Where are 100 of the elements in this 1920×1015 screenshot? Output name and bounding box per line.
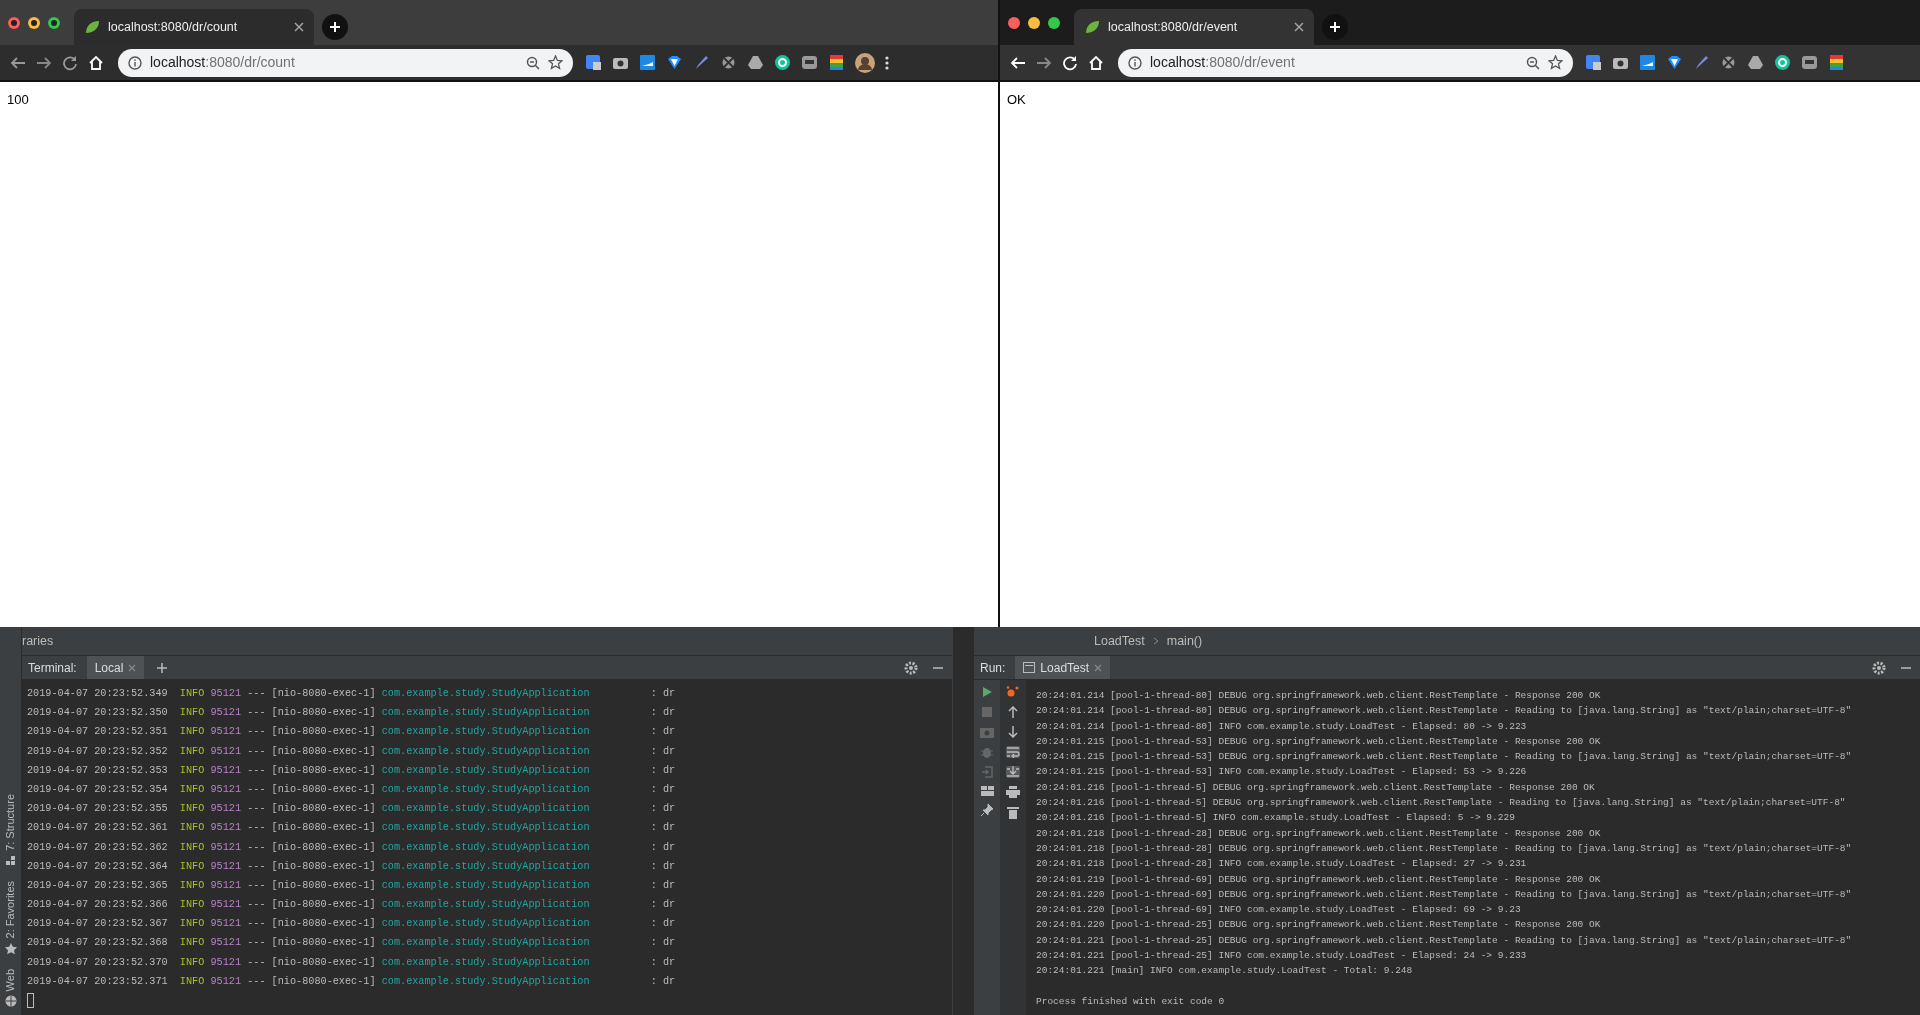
minimize-button[interactable]: [28, 16, 40, 29]
pen-icon[interactable]: [693, 54, 710, 71]
camera-icon: [980, 726, 994, 738]
scroll-end-button[interactable]: [1006, 766, 1020, 778]
forward-icon: [36, 54, 52, 71]
log-line: 20:24:01.220 [pool-1-thread-69] INFO com.example.study.LoadTest - Elapsed: 69 -> 9.23: [1036, 903, 1522, 918]
log-line: 20:24:01.214 [pool-1-thread-80] DEBUG org.springframework.web.client.RestTemplate - Response 200 OK: [1036, 689, 1602, 703]
down-arrow-icon: [1008, 726, 1018, 738]
home-icon: [1088, 54, 1104, 71]
maximize-button[interactable]: [1048, 16, 1060, 29]
down-arrow-button[interactable]: [1008, 726, 1018, 738]
scroll-end-icon: [1006, 766, 1020, 778]
close-icon[interactable]: [294, 22, 304, 32]
zoom-icon[interactable]: [526, 55, 540, 70]
panel-title: Run:: [980, 659, 1006, 677]
url-text: localhost:8080/dr/count: [150, 53, 296, 72]
log-line: 20:24:01.215 [pool-1-thread-53] DEBUG org.springframework.web.client.RestTemplate - Response 200 OK: [1036, 734, 1602, 749]
log-line: 2019-04-07 20:23:52.354 INFO 95121 --- [nio-8080-exec-1] com.example.study.StudyApplication : dr: [27, 782, 677, 797]
menu-icon[interactable]: [885, 54, 889, 71]
star-icon[interactable]: [548, 55, 563, 70]
log-line: 2019-04-07 20:23:52.353 INFO 95121 --- [nio-8080-exec-1] com.example.study.StudyApplication : dr: [27, 763, 677, 778]
info-icon: [128, 55, 142, 70]
text-cursor: [27, 993, 34, 1008]
window-icon[interactable]: [639, 54, 656, 71]
run-tab[interactable]: LoadTest: [1015, 656, 1111, 679]
terminal-tab[interactable]: Local: [86, 656, 145, 679]
tool-window-tab[interactable]: 7: Structure: [2, 794, 19, 852]
log-line: 2019-04-07 20:23:52.352 INFO 95121 --- [nio-8080-exec-1] com.example.study.StudyApplication : dr: [27, 744, 677, 759]
minimize-button[interactable]: [1028, 16, 1040, 29]
close-icon: [128, 663, 137, 672]
log-line: 2019-04-07 20:23:52.364 INFO 95121 --- [nio-8080-exec-1] com.example.study.StudyApplication : dr: [27, 859, 677, 874]
dots-button[interactable]: [1006, 686, 1020, 698]
avatar-icon[interactable]: [855, 52, 875, 73]
log-line: 20:24:01.220 [pool-1-thread-25] DEBUG org.springframework.web.client.RestTemplate - Response 200 OK: [1036, 918, 1602, 933]
log-line: 20:24:01.214 [pool-1-thread-80] INFO com.example.study.LoadTest - Elapsed: 80 -> 9.223: [1036, 719, 1528, 734]
log-line: 20:24:01.218 [pool-1-thread-28] DEBUG org.springframework.web.client.RestTemplate - Response 200 OK: [1036, 826, 1602, 841]
tool-window-tab[interactable]: Web: [2, 968, 19, 991]
browser-tab[interactable]: localhost:8080/dr/count: [74, 9, 314, 45]
play-icon: [981, 686, 993, 698]
settings-icon: [904, 660, 918, 675]
settings-icon: [1872, 660, 1886, 675]
new-tab-button[interactable]: [322, 14, 348, 40]
diamond-icon[interactable]: [666, 54, 683, 71]
log-line: 20:24:01.219 [pool-1-thread-69] DEBUG org.springframework.web.client.RestTemplate - Response 200 OK: [1036, 872, 1602, 887]
zoom-icon[interactable]: [1526, 55, 1540, 70]
close-icon: [1094, 663, 1103, 672]
trash-button[interactable]: [1007, 806, 1019, 819]
log-line: 2019-04-07 20:23:52.361 INFO 95121 --- [nio-8080-exec-1] com.example.study.StudyApplication : dr: [27, 821, 677, 836]
log-line: 2019-04-07 20:23:52.370 INFO 95121 --- [nio-8080-exec-1] com.example.study.StudyApplication : dr: [27, 955, 677, 970]
exit-icon: [981, 766, 993, 778]
log-line: 20:24:01.216 [pool-1-thread-5] DEBUG org.springframework.web.client.RestTemplate - Reading to [java.lang.String] as "text/plain;charset=UTF-8": [1036, 796, 1847, 811]
plus-icon: [1329, 21, 1341, 33]
chevron-icon: [1152, 637, 1159, 645]
star-icon: [4, 942, 17, 955]
close-button[interactable]: [1008, 16, 1020, 29]
console-icon: [1023, 662, 1036, 673]
log-line: 20:24:01.221 [main] INFO com.example.study.LoadTest - Total: 9.248: [1036, 964, 1414, 979]
window-icon[interactable]: [1639, 54, 1656, 71]
log-line: 20:24:01.221 [pool-1-thread-25] DEBUG org.springframework.web.client.RestTemplate - Reading to [java.lang.String] as "text/plain;charset=UTF-8": [1036, 933, 1853, 948]
close-icon[interactable]: [1294, 22, 1304, 32]
up-arrow-button[interactable]: [1008, 706, 1018, 718]
leaf-icon: [84, 19, 100, 35]
leaf-icon: [1084, 19, 1100, 35]
close-button[interactable]: [8, 16, 20, 29]
up-arrow-icon: [1008, 706, 1018, 718]
breadcrumb-item[interactable]: LoadTest: [1094, 631, 1145, 651]
diamond-icon[interactable]: [1666, 54, 1683, 71]
log-line: 2019-04-07 20:23:52.350 INFO 95121 --- [nio-8080-exec-1] com.example.study.StudyApplication : dr: [27, 706, 677, 721]
new-tab-button[interactable]: [1322, 14, 1348, 40]
structure-icon: [4, 855, 17, 868]
dots-icon: [1006, 686, 1020, 698]
log-line: 20:24:01.216 [pool-1-thread-5] DEBUG org.springframework.web.client.RestTemplate - Response 200 OK: [1036, 780, 1596, 795]
browser-tab[interactable]: localhost:8080/dr/event: [1074, 9, 1314, 45]
plus-icon: [329, 21, 341, 33]
log-line: 2019-04-07 20:23:52.371 INFO 95121 --- [nio-8080-exec-1] com.example.study.StudyApplication : dr: [27, 974, 677, 989]
info-icon: [1128, 55, 1142, 70]
print-icon: [1006, 786, 1020, 798]
play-button[interactable]: [981, 686, 993, 698]
log-line: 2019-04-07 20:23:52.362 INFO 95121 --- [nio-8080-exec-1] com.example.study.StudyApplication : dr: [27, 840, 677, 855]
panel-title: Terminal:: [28, 659, 77, 677]
log-line: 20:24:01.216 [pool-1-thread-5] INFO com.example.study.LoadTest - Elapsed: 5 -> 9.229: [1036, 811, 1516, 826]
home-icon: [88, 54, 104, 71]
pen-icon[interactable]: [1693, 54, 1710, 71]
breadcrumb-item[interactable]: main(): [1166, 631, 1203, 651]
layout-button[interactable]: [980, 786, 994, 796]
wrap-icon: [1006, 746, 1020, 758]
wrap-button[interactable]: [1006, 746, 1020, 758]
pin-button[interactable]: [981, 804, 993, 816]
reload-icon: [62, 54, 78, 71]
log-line: 2019-04-07 20:23:52.365 INFO 95121 --- [nio-8080-exec-1] com.example.study.StudyApplication : dr: [27, 878, 677, 893]
address-bar[interactable]: localhost:8080/dr/event: [1118, 48, 1573, 77]
star-icon[interactable]: [1548, 55, 1563, 70]
log-line: 2019-04-07 20:23:52.349 INFO 95121 --- [nio-8080-exec-1] com.example.study.StudyApplication : dr: [27, 687, 677, 701]
address-bar[interactable]: localhost:8080/dr/count: [118, 48, 573, 77]
trash-icon: [1007, 806, 1019, 819]
print-button[interactable]: [1006, 786, 1020, 798]
maximize-button[interactable]: [48, 16, 60, 29]
tool-window-tab[interactable]: 2: Favorites: [2, 881, 19, 939]
back-icon: [1010, 54, 1026, 71]
log-line: 20:24:01.215 [pool-1-thread-53] DEBUG org.springframework.web.client.RestTemplate - Reading to [java.lang.String] as "text/plain;charset=UTF-8": [1036, 750, 1853, 765]
